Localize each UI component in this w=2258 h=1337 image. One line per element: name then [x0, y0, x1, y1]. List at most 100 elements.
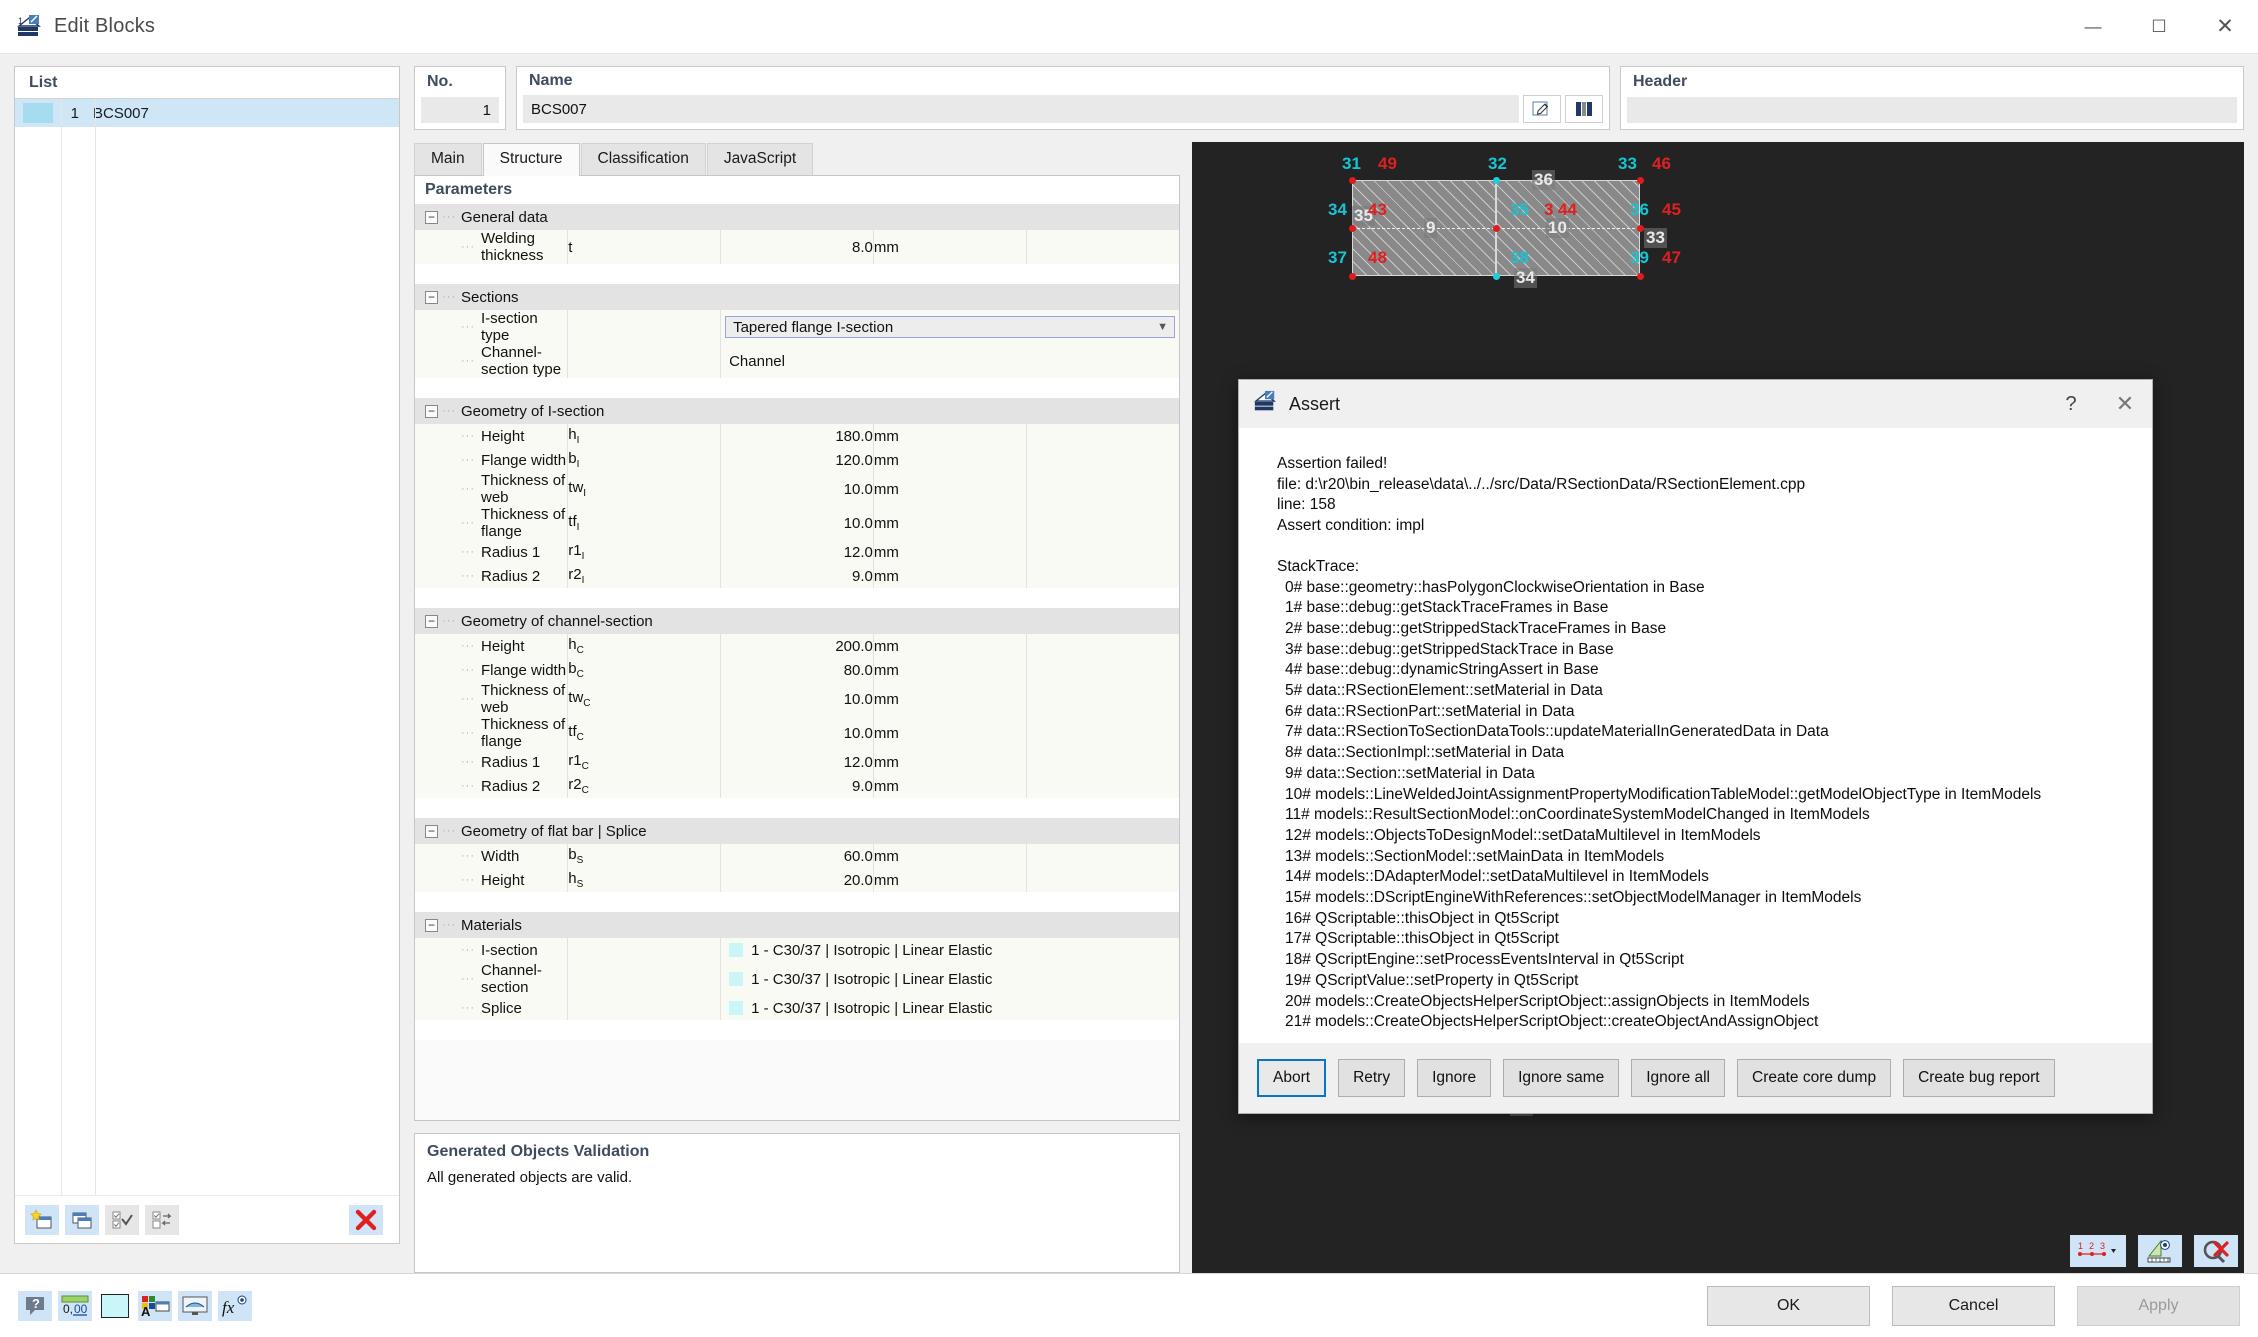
node-label-48: 48: [1368, 248, 1387, 267]
node-label-44: 44: [1558, 200, 1577, 219]
parameter-row[interactable]: ··· Thickness of flange tfI 10.0 mm: [415, 506, 1179, 540]
parameter-row[interactable]: ··· Thickness of flange tfC 10.0 mm: [415, 716, 1179, 750]
parameter-row[interactable]: ··· Radius 2 r2I 9.0 mm: [415, 564, 1179, 588]
chevron-down-icon[interactable]: ▼: [1157, 321, 1168, 333]
parameter-row[interactable]: ··· Radius 1 r1I 12.0 mm: [415, 540, 1179, 564]
parameter-row-filler: [1026, 230, 1179, 264]
parameter-row[interactable]: ··· Height hC 200.0 mm: [415, 634, 1179, 658]
maximize-button[interactable]: ☐: [2126, 0, 2192, 54]
minimize-button[interactable]: —: [2060, 0, 2126, 54]
header-input[interactable]: [1627, 97, 2237, 123]
ignore-button[interactable]: Ignore: [1417, 1059, 1492, 1097]
list-column-divider-1: [61, 99, 62, 1195]
collapse-icon[interactable]: −: [425, 290, 438, 304]
parameter-value[interactable]: 10.0: [720, 472, 874, 506]
tab-javascript[interactable]: JavaScript: [706, 143, 814, 175]
ignore-all-button[interactable]: Ignore all: [1631, 1059, 1725, 1097]
collapse-icon[interactable]: −: [425, 404, 438, 418]
copy-block-button[interactable]: [65, 1204, 99, 1235]
collapse-icon[interactable]: −: [425, 614, 438, 628]
parameter-group-row[interactable]: − ··· Geometry of channel-section: [415, 608, 1179, 634]
parameter-row-filler: [1026, 774, 1179, 798]
new-block-button[interactable]: [25, 1204, 59, 1235]
parameter-row[interactable]: ··· Flange width bC 80.0 mm: [415, 658, 1179, 682]
parameter-row[interactable]: ··· Channel-section 1 - C30/37 | Isotropic…: [415, 962, 1179, 996]
parameter-row[interactable]: ··· Thickness of web twC 10.0 mm: [415, 682, 1179, 716]
collapse-icon[interactable]: −: [425, 210, 438, 224]
parameter-value[interactable]: 10.0: [720, 682, 874, 716]
parameter-value[interactable]: 9.0: [720, 774, 874, 798]
parameter-group-row[interactable]: − ··· Geometry of I-section: [415, 398, 1179, 424]
no-field-box: No. 1: [414, 66, 506, 130]
assert-help-icon[interactable]: ?: [2044, 393, 2098, 416]
color-swatch-button[interactable]: [98, 1291, 132, 1321]
parameter-value[interactable]: 12.0: [720, 540, 874, 564]
close-button[interactable]: ✕: [2192, 0, 2258, 54]
tab-classification[interactable]: Classification: [580, 143, 706, 175]
parameter-group-spacer: [415, 892, 1179, 912]
no-input[interactable]: 1: [421, 97, 499, 123]
list-item[interactable]: 1 BCS007: [15, 99, 399, 127]
delete-block-button[interactable]: [349, 1204, 383, 1235]
parameter-row[interactable]: ··· Welding thickness t 8.0 mm: [415, 230, 1179, 264]
assert-close-icon[interactable]: ✕: [2098, 391, 2152, 417]
edit-pencil-icon[interactable]: [1523, 95, 1561, 123]
parameter-row-filler: [1026, 716, 1179, 750]
parameter-value[interactable]: 12.0: [720, 750, 874, 774]
parameter-combo[interactable]: Tapered flange I-section ▼: [725, 316, 1175, 338]
parameter-row[interactable]: ··· Height hS 20.0 mm: [415, 868, 1179, 892]
collapse-icon[interactable]: −: [425, 918, 438, 932]
parameter-symbol: tfC: [567, 716, 722, 750]
clear-selection-button[interactable]: [2194, 1235, 2238, 1267]
help-info-button[interactable]: ?: [18, 1290, 52, 1321]
numbering-dropdown-button[interactable]: 1 2 3: [2070, 1235, 2126, 1267]
parameter-value[interactable]: 80.0: [720, 658, 874, 682]
tree-dots: ···: [461, 664, 475, 676]
retry-button[interactable]: Retry: [1338, 1059, 1406, 1097]
parameter-row[interactable]: ··· Radius 1 r1C 12.0 mm: [415, 750, 1179, 774]
parameter-value[interactable]: 9.0: [720, 564, 874, 588]
ok-button[interactable]: OK: [1707, 1285, 1870, 1326]
parameter-value[interactable]: 60.0: [720, 844, 874, 868]
create-bug-report-button[interactable]: Create bug report: [1903, 1059, 2055, 1097]
parameter-material-value[interactable]: 1 - C30/37 | Isotropic | Linear Elastic: [721, 1000, 1179, 1017]
parameter-value[interactable]: 8.0: [720, 230, 874, 264]
parameter-row[interactable]: ··· I-section 1 - C30/37 | Isotropic | Lin…: [415, 938, 1179, 962]
parameter-material-value[interactable]: 1 - C30/37 | Isotropic | Linear Elastic: [721, 971, 1179, 988]
parameter-material-value[interactable]: 1 - C30/37 | Isotropic | Linear Elastic: [721, 942, 1179, 959]
view-measure-button[interactable]: [2138, 1235, 2182, 1267]
tab-structure[interactable]: Structure: [482, 143, 580, 176]
render-view-button[interactable]: [178, 1290, 212, 1321]
tab-main[interactable]: Main: [414, 143, 482, 175]
svg-text:2: 2: [2089, 1241, 2094, 1251]
parameter-row[interactable]: ··· Height hI 180.0 mm: [415, 424, 1179, 448]
parameter-value[interactable]: 10.0: [720, 716, 874, 750]
parameter-value[interactable]: 20.0: [720, 868, 874, 892]
parameter-row[interactable]: ··· Width bS 60.0 mm: [415, 844, 1179, 868]
abort-button[interactable]: Abort: [1257, 1059, 1327, 1097]
parameter-value[interactable]: 120.0: [720, 448, 874, 472]
parameter-row[interactable]: ··· Channel-section type Channel: [415, 344, 1179, 378]
parameter-group-row[interactable]: − ··· Sections: [415, 284, 1179, 310]
parameter-value[interactable]: 10.0: [720, 506, 874, 540]
parameter-group-row[interactable]: − ··· Materials: [415, 912, 1179, 938]
number-format-button[interactable]: 0, 00: [58, 1290, 92, 1321]
parameter-row[interactable]: ··· Flange width bI 120.0 mm: [415, 448, 1179, 472]
create-core-dump-button[interactable]: Create core dump: [1737, 1059, 1892, 1097]
parameter-group-row[interactable]: − ··· Geometry of flat bar | Splice: [415, 818, 1179, 844]
parameter-row[interactable]: ··· Thickness of web twI 10.0 mm: [415, 472, 1179, 506]
library-book-icon[interactable]: [1565, 95, 1603, 123]
name-input[interactable]: BCS007: [523, 95, 1519, 123]
cancel-button[interactable]: Cancel: [1892, 1285, 2055, 1326]
text-display-button[interactable]: A: [138, 1290, 172, 1321]
parameter-value[interactable]: 200.0: [720, 634, 874, 658]
parameter-row[interactable]: ··· I-section type Tapered flange I-sectio…: [415, 310, 1179, 344]
parameter-group-row[interactable]: − ··· General data: [415, 204, 1179, 230]
ignore-same-button[interactable]: Ignore same: [1503, 1059, 1620, 1097]
parameter-row[interactable]: ··· Splice 1 - C30/37 | Isotropic | Linear…: [415, 996, 1179, 1020]
formula-button[interactable]: fx: [218, 1290, 252, 1321]
parameter-row[interactable]: ··· Radius 2 r2C 9.0 mm: [415, 774, 1179, 798]
collapse-icon[interactable]: −: [425, 824, 438, 838]
parameter-value[interactable]: 180.0: [720, 424, 874, 448]
block-list[interactable]: 1 BCS007: [15, 99, 399, 1195]
